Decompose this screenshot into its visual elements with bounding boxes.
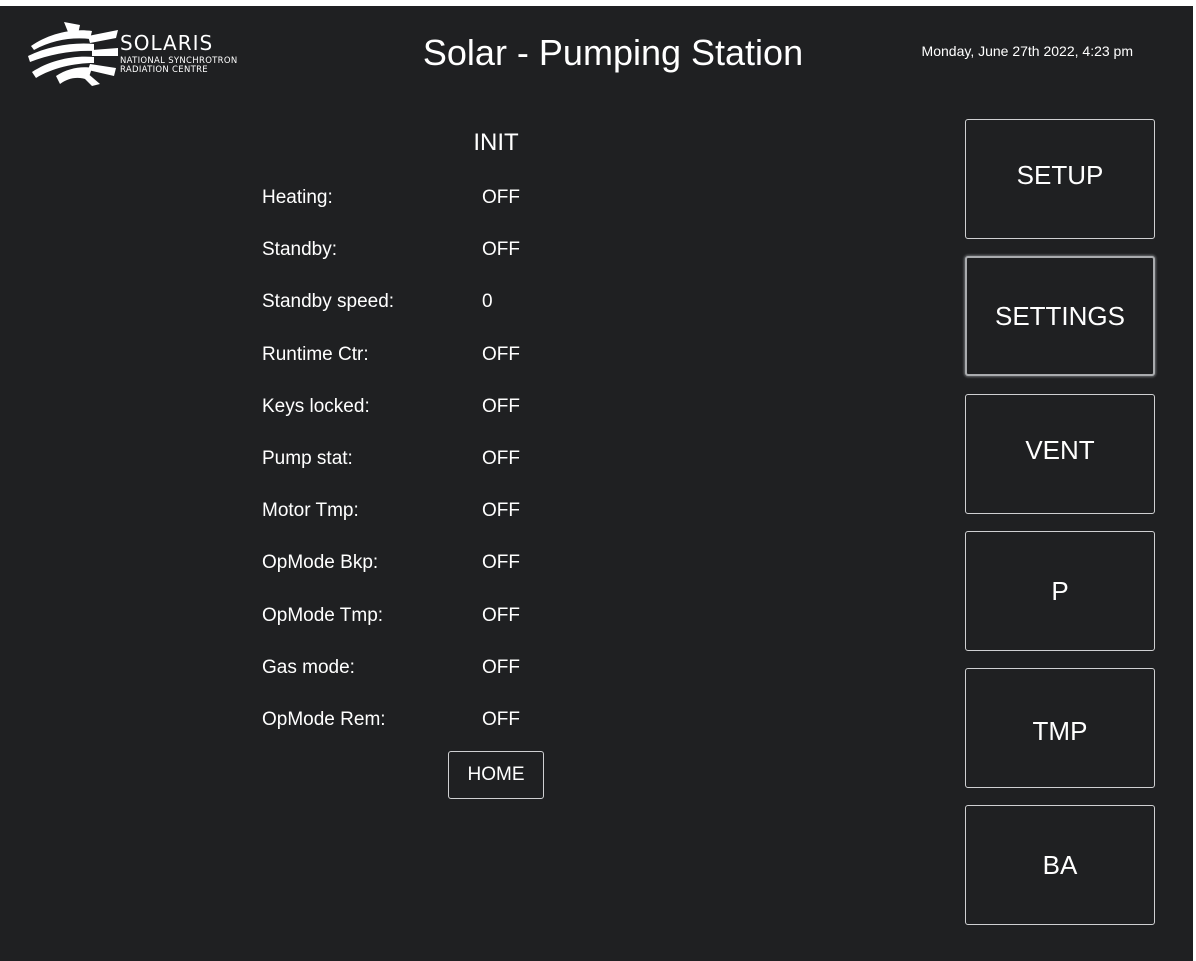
status-label: Standby: <box>262 239 337 261</box>
status-row-opmode-tmp: OpMode Tmp: OFF <box>262 603 582 655</box>
ba-button[interactable]: BA <box>965 805 1155 925</box>
status-label: Runtime Ctr: <box>262 343 369 365</box>
page-title: Solar - Pumping Station <box>422 32 804 73</box>
status-row-keys-locked: Keys locked: OFF <box>262 394 582 446</box>
status-label: Heating: <box>262 187 333 208</box>
settings-button[interactable]: SETTINGS <box>965 256 1155 376</box>
status-value: OFF <box>482 447 520 469</box>
status-label: Standby speed: <box>262 291 395 313</box>
status-list: Heating: OFF Standby: OFF Standby speed:… <box>262 185 582 759</box>
status-value: 0 <box>482 291 493 313</box>
status-label: Pump stat: <box>262 447 353 469</box>
status-value: OFF <box>482 343 520 365</box>
solaris-logo: SOLARIS NATIONAL SYNCHROTRON RADIATION C… <box>28 22 278 86</box>
state-title: INIT <box>473 129 519 156</box>
tmp-button[interactable]: TMP <box>965 668 1155 788</box>
status-value: OFF <box>482 187 520 208</box>
status-label: OpMode Bkp: <box>262 552 379 574</box>
logo-subtitle-line2: RADIATION CENTRE <box>120 65 208 75</box>
status-value: OFF <box>482 552 520 574</box>
status-row-opmode-bkp: OpMode Bkp: OFF <box>262 550 582 602</box>
status-label: Gas mode: <box>262 656 355 678</box>
status-value: OFF <box>482 500 520 522</box>
status-row-motor-tmp: Motor Tmp: OFF <box>262 498 582 550</box>
status-row-heating: Heating: OFF <box>262 185 582 237</box>
p-button[interactable]: P <box>965 531 1155 651</box>
solaris-fan-icon <box>28 22 118 86</box>
status-label: OpMode Rem: <box>262 708 386 730</box>
status-row-runtime-ctr: Runtime Ctr: OFF <box>262 342 582 394</box>
status-label: Motor Tmp: <box>262 500 359 522</box>
status-value: OFF <box>482 239 520 261</box>
status-value: OFF <box>482 656 520 678</box>
status-label: OpMode Tmp: <box>262 604 384 626</box>
status-value: OFF <box>482 395 520 417</box>
home-button[interactable]: HOME <box>448 751 544 799</box>
vent-button[interactable]: VENT <box>965 394 1155 514</box>
setup-button[interactable]: SETUP <box>965 119 1155 239</box>
main-screen: SOLARIS NATIONAL SYNCHROTRON RADIATION C… <box>0 6 1193 961</box>
status-value: OFF <box>482 708 520 730</box>
logo-name: SOLARIS <box>120 31 214 55</box>
status-row-standby: Standby: OFF <box>262 237 582 289</box>
status-value: OFF <box>482 604 520 626</box>
status-label: Keys locked: <box>262 395 370 417</box>
datetime-label: Monday, June 27th 2022, 4:23 pm <box>921 43 1133 59</box>
status-row-standby-speed: Standby speed: 0 <box>262 289 582 341</box>
status-row-gas-mode: Gas mode: OFF <box>262 655 582 707</box>
status-row-pump-stat: Pump stat: OFF <box>262 446 582 498</box>
